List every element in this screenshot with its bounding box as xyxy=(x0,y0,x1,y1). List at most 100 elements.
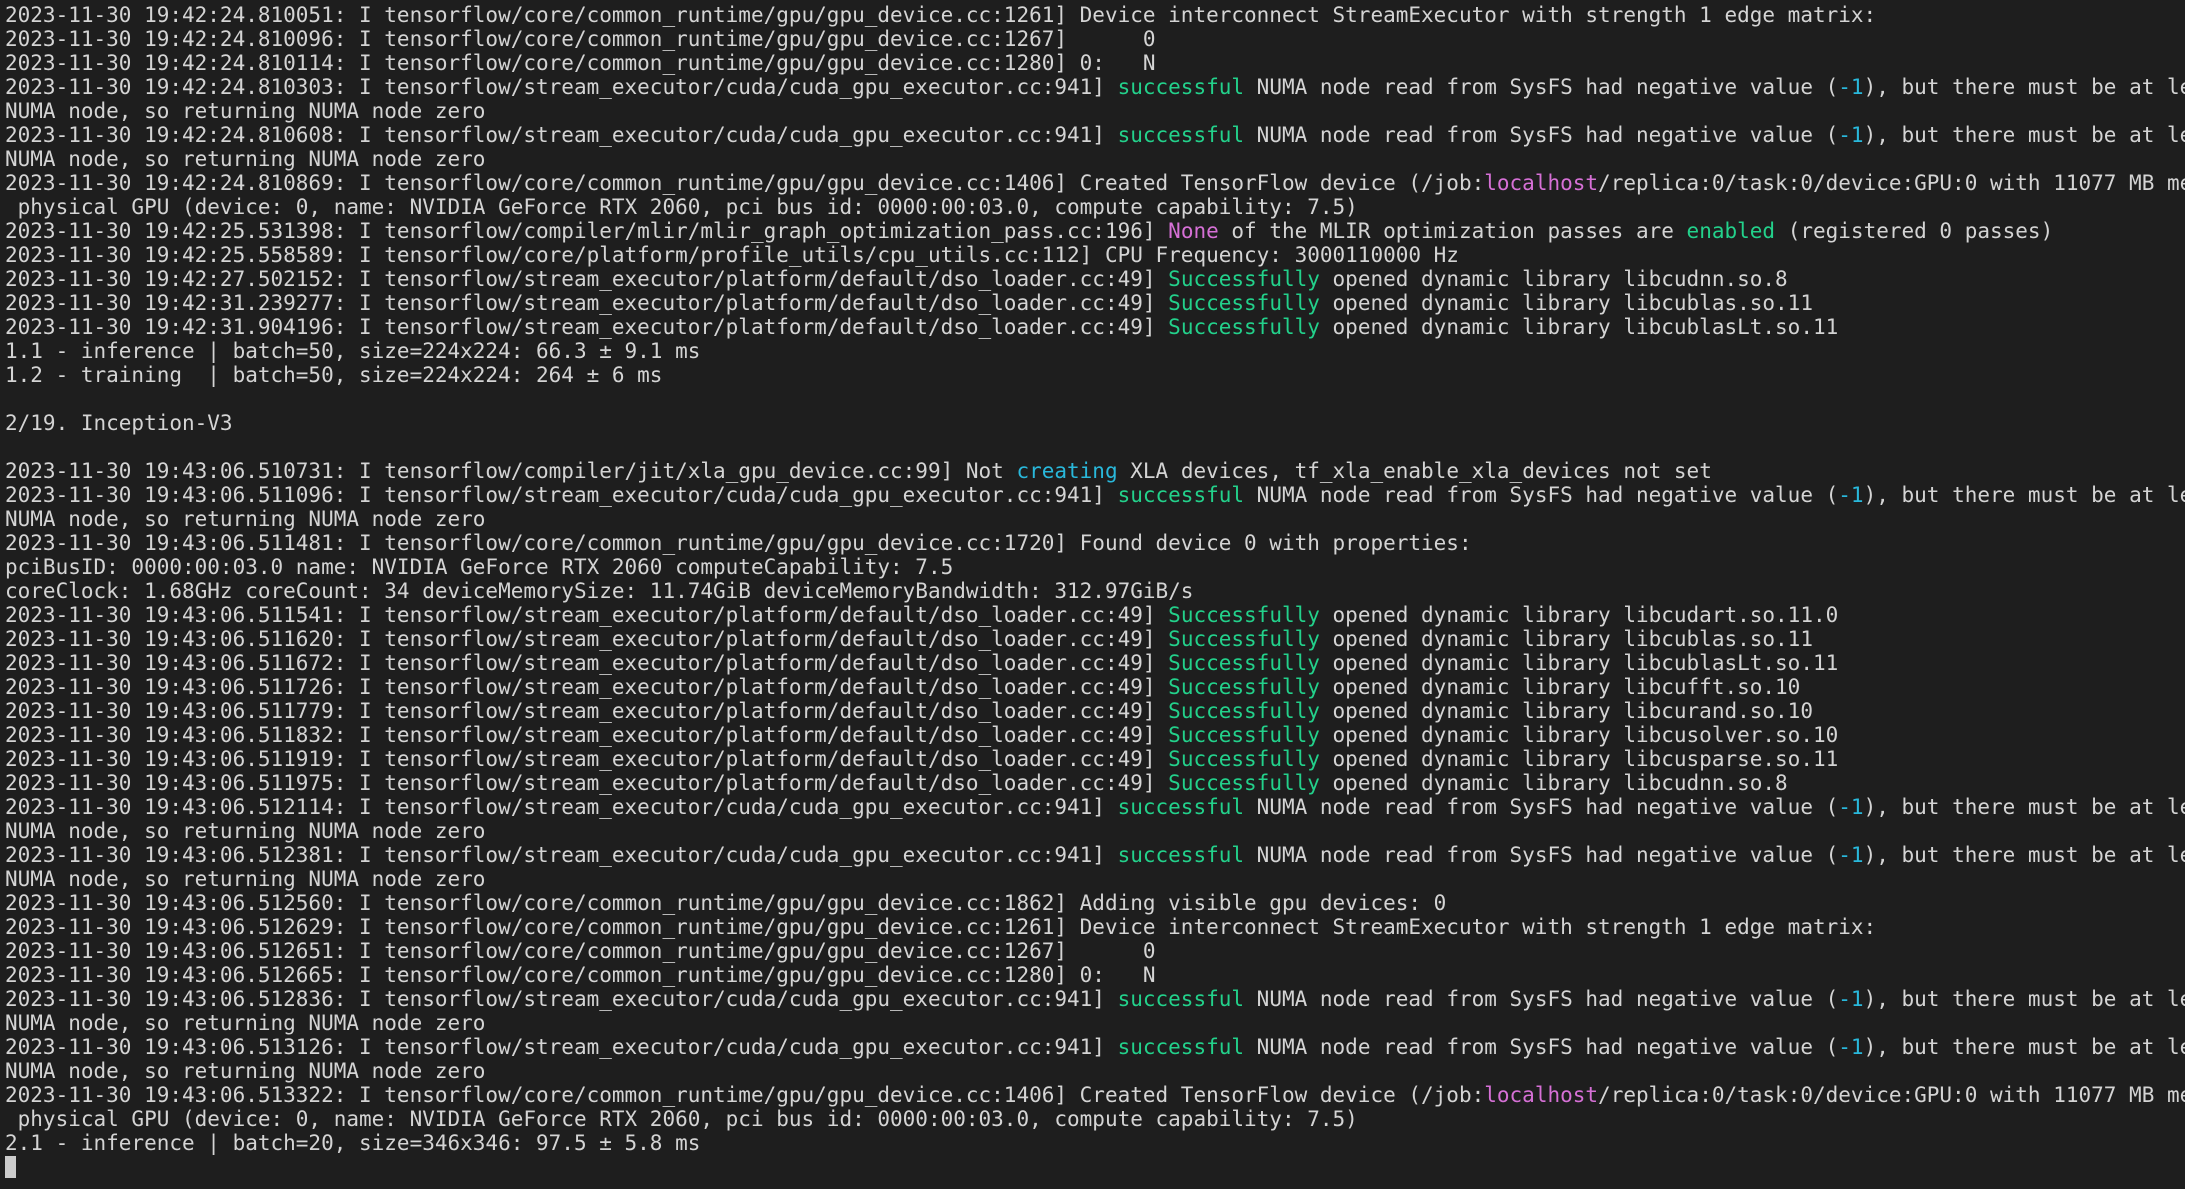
terminal-line: NUMA node, so returning NUMA node zero xyxy=(5,867,2185,891)
highlighted-token: -1 xyxy=(1838,987,1864,1011)
log-text: 2023-11-30 19:42:24.810051: I tensorflow… xyxy=(5,3,1877,27)
log-text: 2023-11-30 19:43:06.512665: I tensorflow… xyxy=(5,963,1156,987)
log-text: opened dynamic library libcublas.so.11 xyxy=(1319,627,1813,651)
log-text: 2023-11-30 19:43:06.512629: I tensorflow… xyxy=(5,915,1877,939)
log-text: 2023-11-30 19:43:06.512651: I tensorflow… xyxy=(5,939,1156,963)
terminal-line: 2.1 - inference | batch=20, size=346x346… xyxy=(5,1131,2185,1155)
terminal-line: 2023-11-30 19:43:06.511541: I tensorflow… xyxy=(5,603,2185,627)
log-text: /replica:0/task:0/device:GPU:0 with 1107… xyxy=(1598,1083,2185,1107)
prompt-line[interactable] xyxy=(5,1155,2185,1179)
terminal-line: 2023-11-30 19:43:06.510731: I tensorflow… xyxy=(5,459,2185,483)
log-text: 2023-11-30 19:42:25.558589: I tensorflow… xyxy=(5,243,1459,267)
log-text: 2023-11-30 19:42:31.239277: I tensorflow… xyxy=(5,291,1169,315)
highlighted-token: -1 xyxy=(1838,795,1864,819)
highlighted-token: Successfully xyxy=(1168,675,1320,699)
terminal-line: 2023-11-30 19:42:24.810096: I tensorflow… xyxy=(5,27,2185,51)
log-text: 2023-11-30 19:43:06.512560: I tensorflow… xyxy=(5,891,1447,915)
terminal-line: 2023-11-30 19:42:31.904196: I tensorflow… xyxy=(5,315,2185,339)
terminal-line: 2023-11-30 19:43:06.511779: I tensorflow… xyxy=(5,699,2185,723)
log-text: ), but there must be at least one xyxy=(1863,843,2185,867)
log-text: opened dynamic library libcusparse.so.11 xyxy=(1319,747,1839,771)
terminal-line: NUMA node, so returning NUMA node zero xyxy=(5,1011,2185,1035)
terminal-line: physical GPU (device: 0, name: NVIDIA Ge… xyxy=(5,1107,2185,1131)
highlighted-token: successful xyxy=(1117,1035,1245,1059)
terminal-line: NUMA node, so returning NUMA node zero xyxy=(5,147,2185,171)
terminal-line: 2023-11-30 19:42:31.239277: I tensorflow… xyxy=(5,291,2185,315)
log-text: NUMA node, so returning NUMA node zero xyxy=(5,147,486,171)
log-text: NUMA node, so returning NUMA node zero xyxy=(5,99,486,123)
highlighted-token: Successfully xyxy=(1168,627,1320,651)
log-text: 1.2 - training | batch=50, size=224x224:… xyxy=(5,363,663,387)
terminal-line: 2023-11-30 19:43:06.512665: I tensorflow… xyxy=(5,963,2185,987)
highlighted-token: localhost xyxy=(1484,171,1599,195)
log-text: of the MLIR optimization passes are xyxy=(1218,219,1687,243)
log-text: 2023-11-30 19:43:06.511620: I tensorflow… xyxy=(5,627,1169,651)
log-text: NUMA node, so returning NUMA node zero xyxy=(5,867,486,891)
log-text: 2023-11-30 19:43:06.511541: I tensorflow… xyxy=(5,603,1169,627)
log-text: NUMA node read from SysFS had negative v… xyxy=(1244,483,1839,507)
log-text: 2023-11-30 19:42:24.810303: I tensorflow… xyxy=(5,75,1118,99)
log-text: physical GPU (device: 0, name: NVIDIA Ge… xyxy=(5,195,1358,219)
log-text: 2023-11-30 19:43:06.512114: I tensorflow… xyxy=(5,795,1118,819)
log-text: 2023-11-30 19:43:06.511975: I tensorflow… xyxy=(5,771,1169,795)
terminal-line: 2023-11-30 19:43:06.512381: I tensorflow… xyxy=(5,843,2185,867)
terminal-line: 2023-11-30 19:42:25.531398: I tensorflow… xyxy=(5,219,2185,243)
terminal-line: 2023-11-30 19:42:24.810051: I tensorflow… xyxy=(5,3,2185,27)
log-text: opened dynamic library libcufft.so.10 xyxy=(1319,675,1801,699)
log-text: 2.1 - inference | batch=20, size=346x346… xyxy=(5,1131,701,1155)
highlighted-token: successful xyxy=(1117,843,1245,867)
terminal-line: coreClock: 1.68GHz coreCount: 34 deviceM… xyxy=(5,579,2185,603)
terminal-line: 2023-11-30 19:42:25.558589: I tensorflow… xyxy=(5,243,2185,267)
highlighted-token: None xyxy=(1168,219,1219,243)
highlighted-token: -1 xyxy=(1838,843,1864,867)
terminal-line: 2023-11-30 19:43:06.513322: I tensorflow… xyxy=(5,1083,2185,1107)
terminal-line: 2023-11-30 19:42:24.810114: I tensorflow… xyxy=(5,51,2185,75)
terminal-line: pciBusID: 0000:00:03.0 name: NVIDIA GeFo… xyxy=(5,555,2185,579)
terminal-line: 2023-11-30 19:42:27.502152: I tensorflow… xyxy=(5,267,2185,291)
highlighted-token: successful xyxy=(1117,75,1245,99)
log-text: 2023-11-30 19:42:27.502152: I tensorflow… xyxy=(5,267,1169,291)
log-text: pciBusID: 0000:00:03.0 name: NVIDIA GeFo… xyxy=(5,555,954,579)
highlighted-token: localhost xyxy=(1484,1083,1599,1107)
log-text: (registered 0 passes) xyxy=(1775,219,2054,243)
terminal-line: 2023-11-30 19:43:06.512114: I tensorflow… xyxy=(5,795,2185,819)
terminal-line: NUMA node, so returning NUMA node zero xyxy=(5,1059,2185,1083)
log-text: 1.1 - inference | batch=50, size=224x224… xyxy=(5,339,701,363)
terminal-line: 1.1 - inference | batch=50, size=224x224… xyxy=(5,339,2185,363)
terminal-line: 2023-11-30 19:43:06.511919: I tensorflow… xyxy=(5,747,2185,771)
log-text: 2023-11-30 19:42:24.810608: I tensorflow… xyxy=(5,123,1118,147)
highlighted-token: Successfully xyxy=(1168,723,1320,747)
terminal-line: 2023-11-30 19:43:06.512560: I tensorflow… xyxy=(5,891,2185,915)
terminal-line: 2023-11-30 19:42:24.810303: I tensorflow… xyxy=(5,75,2185,99)
terminal-line: NUMA node, so returning NUMA node zero xyxy=(5,507,2185,531)
highlighted-token: -1 xyxy=(1838,123,1864,147)
terminal-line: 2023-11-30 19:42:24.810608: I tensorflow… xyxy=(5,123,2185,147)
highlighted-token: creating xyxy=(1016,459,1118,483)
log-text: opened dynamic library libcudart.so.11.0 xyxy=(1319,603,1839,627)
terminal-line: 2023-11-30 19:43:06.512629: I tensorflow… xyxy=(5,915,2185,939)
log-text: NUMA node read from SysFS had negative v… xyxy=(1244,1035,1839,1059)
log-text: ), but there must be at least one xyxy=(1863,795,2185,819)
log-text: 2023-11-30 19:43:06.511481: I tensorflow… xyxy=(5,531,1472,555)
log-text: NUMA node, so returning NUMA node zero xyxy=(5,1011,486,1035)
highlighted-token: Successfully xyxy=(1168,291,1320,315)
log-text: 2023-11-30 19:43:06.511919: I tensorflow… xyxy=(5,747,1169,771)
log-text: 2023-11-30 19:42:24.810869: I tensorflow… xyxy=(5,171,1485,195)
highlighted-token: Successfully xyxy=(1168,747,1320,771)
highlighted-token: Successfully xyxy=(1168,699,1320,723)
highlighted-token: Successfully xyxy=(1168,267,1320,291)
log-text: opened dynamic library libcublas.so.11 xyxy=(1319,291,1813,315)
terminal-line: NUMA node, so returning NUMA node zero xyxy=(5,99,2185,123)
cursor-block xyxy=(5,1156,16,1178)
highlighted-token: -1 xyxy=(1838,75,1864,99)
terminal-line: 2023-11-30 19:43:06.511975: I tensorflow… xyxy=(5,771,2185,795)
highlighted-token: enabled xyxy=(1686,219,1776,243)
terminal-line: 2/19. Inception-V3 xyxy=(5,411,2185,435)
log-text: 2023-11-30 19:43:06.513126: I tensorflow… xyxy=(5,1035,1118,1059)
terminal-line: 2023-11-30 19:43:06.511620: I tensorflow… xyxy=(5,627,2185,651)
terminal-line: 1.2 - training | batch=50, size=224x224:… xyxy=(5,363,2185,387)
terminal-output[interactable]: 2023-11-30 19:42:24.810051: I tensorflow… xyxy=(0,0,2185,1189)
terminal-line: 2023-11-30 19:43:06.512836: I tensorflow… xyxy=(5,987,2185,1011)
